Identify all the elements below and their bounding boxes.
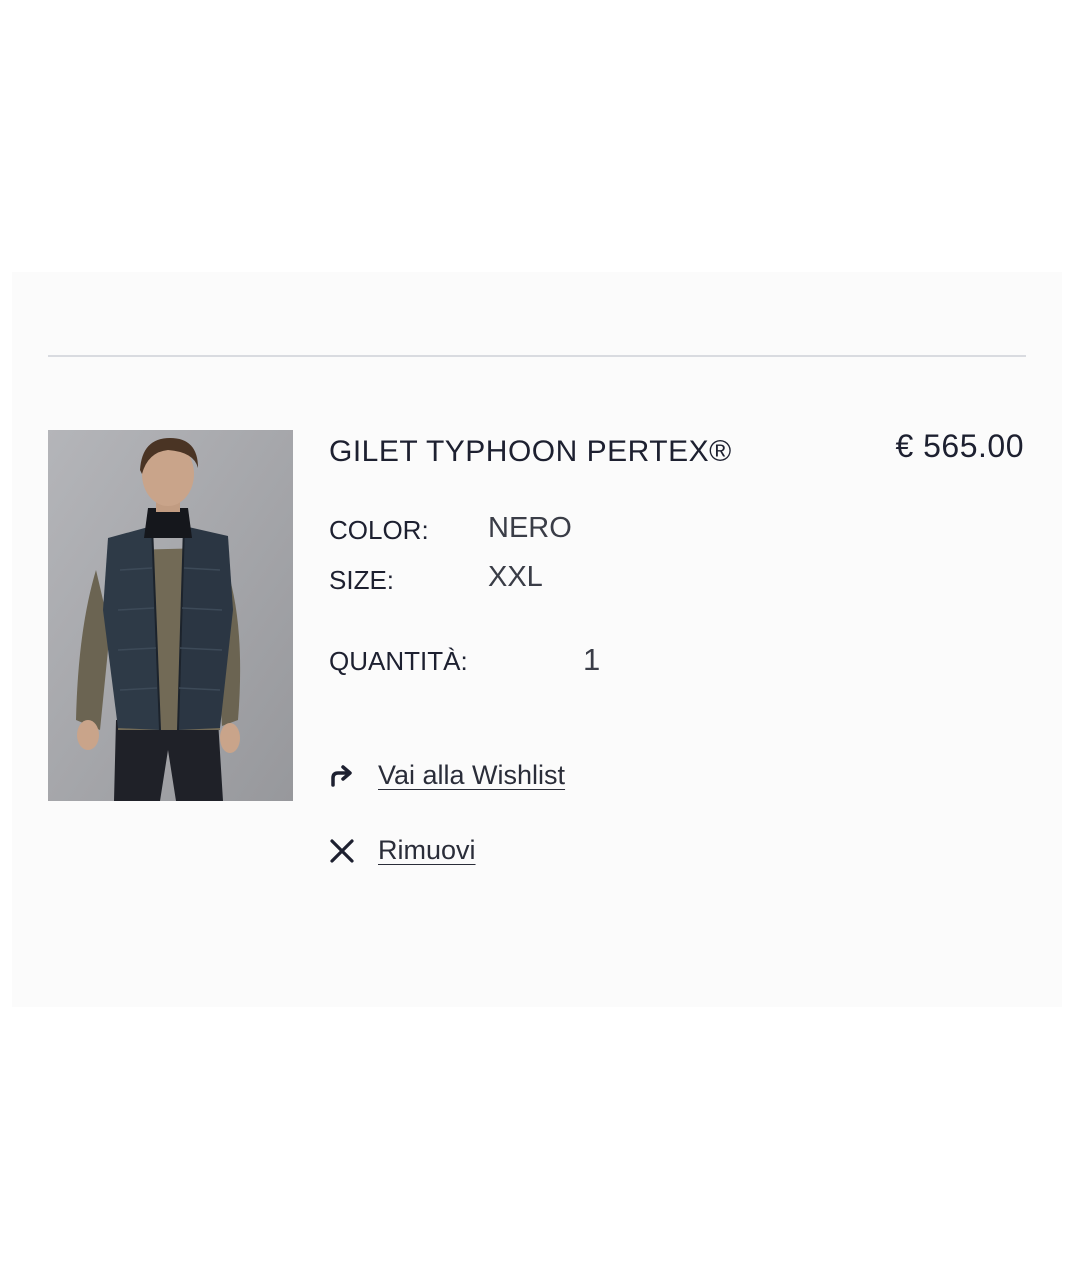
remove-link[interactable]: Rimuovi (328, 835, 476, 866)
close-icon (328, 837, 356, 865)
share-arrow-icon (328, 762, 356, 790)
wishlist-link[interactable]: Vai alla Wishlist (328, 760, 565, 791)
quantity-label: QUANTITÀ: (329, 646, 468, 676)
divider (48, 355, 1026, 357)
size-label: SIZE: (329, 565, 395, 595)
wishlist-link-label[interactable]: Vai alla Wishlist (378, 760, 565, 791)
product-image[interactable] (48, 430, 293, 801)
color-label: COLOR: (329, 515, 429, 545)
quantity-value: 1 (583, 642, 601, 677)
color-value: NERO (488, 512, 572, 544)
remove-link-label[interactable]: Rimuovi (378, 835, 476, 866)
product-name[interactable]: GILET TYPHOON PERTEX® (329, 435, 732, 469)
size-value: XXL (488, 561, 543, 593)
product-price: € 565.00 (895, 428, 1024, 464)
